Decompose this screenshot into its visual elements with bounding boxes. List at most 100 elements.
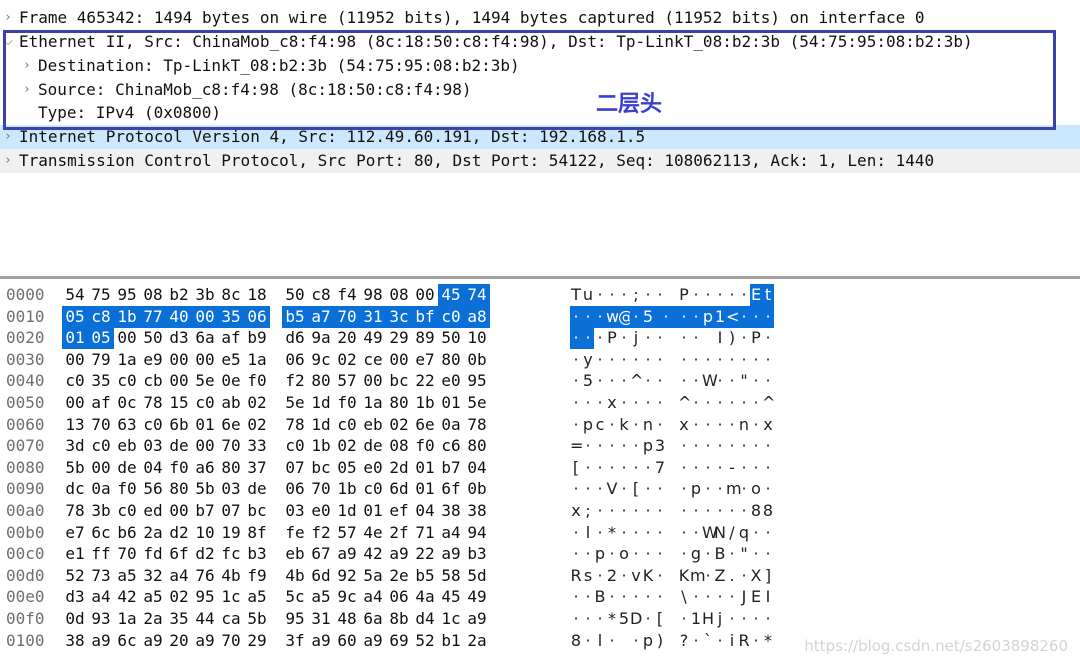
ascii-char[interactable]: · xyxy=(606,435,618,457)
hex-byte[interactable]: 08 xyxy=(140,284,166,306)
ascii-char[interactable]: · xyxy=(654,370,666,392)
hex-byte[interactable]: 01 xyxy=(412,478,438,500)
hex-byte[interactable]: 6c xyxy=(88,522,114,544)
ascii-char[interactable]: · xyxy=(606,586,618,608)
ascii-char[interactable]: * xyxy=(606,608,618,630)
hex-byte[interactable]: f2 xyxy=(308,522,334,544)
ascii-char[interactable]: 5 xyxy=(642,305,654,328)
ascii-char[interactable]: · xyxy=(702,414,714,436)
hex-byte[interactable]: 05 xyxy=(88,327,114,350)
ascii-char[interactable]: · xyxy=(654,478,666,500)
hex-byte[interactable]: 2a xyxy=(464,630,490,652)
ascii-char[interactable]: · xyxy=(750,543,762,565)
hex-byte[interactable]: 01 xyxy=(412,457,438,479)
ascii-char[interactable]: l xyxy=(582,522,594,544)
ascii-char[interactable]: · xyxy=(654,414,666,436)
ascii-char[interactable]: · xyxy=(594,370,606,392)
hex-byte[interactable]: bc xyxy=(244,500,270,522)
hex-byte[interactable]: 02 xyxy=(334,435,360,457)
ascii-char[interactable]: · xyxy=(654,543,666,565)
hex-byte[interactable]: 80 xyxy=(464,435,490,457)
ascii-char[interactable]: · xyxy=(594,500,606,522)
hex-byte[interactable]: 0a xyxy=(438,414,464,436)
ascii-char[interactable]: · xyxy=(642,500,654,522)
hex-byte[interactable]: c0 xyxy=(88,435,114,457)
hex-byte[interactable]: 3b xyxy=(88,500,114,522)
hex-byte[interactable]: 04 xyxy=(140,457,166,479)
ascii-char[interactable]: · xyxy=(582,608,594,630)
hex-byte[interactable]: 00 xyxy=(62,392,88,414)
ascii-char[interactable]: · xyxy=(690,630,702,652)
hex-byte[interactable]: 00 xyxy=(386,349,412,371)
ascii-char[interactable]: N xyxy=(714,522,726,544)
ascii-char[interactable]: ] xyxy=(762,565,774,587)
ascii-char[interactable]: · xyxy=(738,478,750,500)
hex-byte[interactable]: 67 xyxy=(308,543,334,565)
hex-byte[interactable]: af xyxy=(218,327,244,349)
hex-byte[interactable]: f0 xyxy=(244,370,270,392)
hex-byte[interactable]: 80 xyxy=(218,457,244,479)
ascii-char[interactable]: · xyxy=(618,435,630,457)
hex-byte[interactable]: 3b xyxy=(192,284,218,306)
hex-byte[interactable]: b7 xyxy=(438,457,464,479)
hex-byte[interactable]: de xyxy=(360,435,386,457)
chevron-right-icon[interactable]: › xyxy=(1,125,15,149)
ascii-char[interactable]: · xyxy=(654,586,666,608)
hex-byte[interactable]: a9 xyxy=(386,543,412,565)
ascii-char[interactable]: · xyxy=(582,435,594,457)
ascii-char[interactable]: · xyxy=(642,457,654,479)
ascii-char[interactable]: · xyxy=(714,392,726,414)
ascii-char[interactable]: · xyxy=(642,543,654,565)
hex-byte[interactable]: 07 xyxy=(282,457,308,479)
hex-byte[interactable]: 31 xyxy=(360,305,386,328)
hex-byte[interactable]: b3 xyxy=(464,543,490,565)
ascii-char[interactable]: k xyxy=(618,414,630,436)
hex-byte[interactable]: fc xyxy=(218,543,244,565)
ascii-char[interactable]: · xyxy=(738,305,750,328)
ascii-char[interactable]: · xyxy=(570,392,582,414)
hex-byte[interactable]: a4 xyxy=(360,586,386,608)
hex-byte[interactable]: 6a xyxy=(360,608,386,630)
chevron-right-icon[interactable]: › xyxy=(20,54,34,78)
hex-byte[interactable]: bf xyxy=(412,305,438,328)
ascii-char[interactable]: · xyxy=(618,392,630,414)
ascii-char[interactable]: P xyxy=(750,327,762,349)
hex-byte[interactable]: 6d xyxy=(386,478,412,500)
ascii-char[interactable]: j xyxy=(630,327,642,349)
hex-byte[interactable]: 42 xyxy=(360,543,386,565)
hex-byte[interactable]: 1c xyxy=(218,586,244,608)
ascii-char[interactable]: B xyxy=(714,543,726,565)
ascii-char[interactable]: · xyxy=(618,586,630,608)
hex-byte[interactable]: 02 xyxy=(166,586,192,608)
ascii-char[interactable]: x xyxy=(606,392,618,414)
hex-byte[interactable]: 04 xyxy=(464,457,490,479)
hex-byte[interactable]: 04 xyxy=(412,500,438,522)
hex-byte[interactable]: 05 xyxy=(62,305,88,328)
hex-byte[interactable]: c8 xyxy=(88,305,114,328)
hex-byte[interactable]: 32 xyxy=(140,565,166,587)
hex-byte[interactable]: 20 xyxy=(166,630,192,652)
hex-byte[interactable]: 5b xyxy=(244,608,270,630)
hex-byte[interactable]: 29 xyxy=(386,327,412,349)
ascii-char[interactable]: p xyxy=(690,478,702,500)
ascii-char[interactable]: · xyxy=(570,414,582,436)
ascii-char[interactable]: · xyxy=(594,392,606,414)
hex-byte[interactable]: b3 xyxy=(244,543,270,565)
ascii-char[interactable]: \ xyxy=(678,586,690,608)
ascii-char[interactable]: · xyxy=(582,457,594,479)
ascii-char[interactable]: W xyxy=(702,370,718,392)
hex-byte[interactable]: 1d xyxy=(308,392,334,414)
hex-byte[interactable]: 94 xyxy=(464,522,490,544)
ascii-char[interactable]: * xyxy=(762,630,774,652)
hex-byte[interactable]: 5e xyxy=(464,392,490,414)
hex-byte[interactable]: 52 xyxy=(412,630,438,652)
hex-byte[interactable]: a4 xyxy=(88,586,114,608)
hex-byte[interactable]: 6f xyxy=(438,478,464,500)
hex-byte[interactable]: 3c xyxy=(386,305,412,328)
ascii-char[interactable]: · xyxy=(738,608,750,630)
hex-byte[interactable]: 01 xyxy=(438,392,464,414)
ascii-char[interactable]: · xyxy=(762,327,774,349)
ascii-char[interactable]: · xyxy=(714,457,726,479)
ascii-char[interactable]: · xyxy=(726,284,738,306)
ascii-char[interactable]: 5 xyxy=(582,370,594,392)
